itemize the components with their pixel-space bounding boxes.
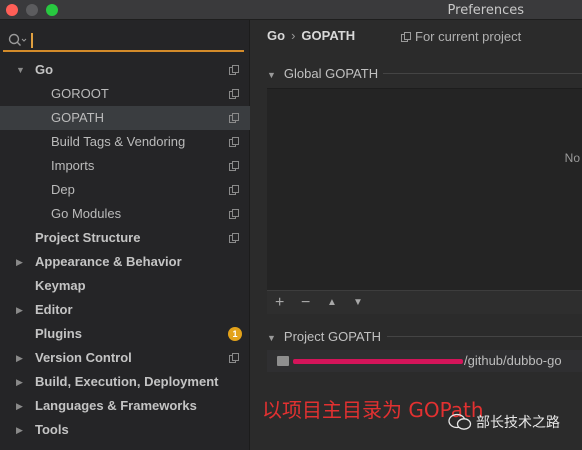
sidebar-item-label: Imports (51, 158, 95, 173)
sidebar-item-label: Go (35, 62, 54, 77)
search-icon (8, 33, 27, 46)
empty-list-text: No (564, 151, 580, 165)
copy-icon (401, 32, 411, 42)
sidebar-item-label: Build Tags & Vendoring (51, 134, 186, 149)
sidebar-item-tools[interactable]: ▶ Tools (0, 418, 250, 442)
move-down-button[interactable]: ▼ (353, 293, 363, 313)
sidebar-item-label: Editor (35, 302, 73, 317)
project-gopath-header[interactable]: ▼ Project GOPATH (267, 329, 381, 344)
sidebar-item-keymap[interactable]: Keymap (0, 274, 250, 298)
section-divider (387, 336, 582, 337)
breadcrumb-separator: › (291, 28, 296, 43)
sidebar-item-go-modules[interactable]: Go Modules (0, 202, 250, 226)
move-up-button[interactable]: ▲ (327, 293, 337, 313)
collapsed-arrow-icon[interactable]: ▶ (16, 418, 23, 442)
project-level-icon (229, 209, 239, 219)
collapse-arrow-icon: ▼ (267, 70, 276, 80)
project-level-icon (229, 113, 239, 123)
project-level-icon (229, 89, 239, 99)
text-cursor (31, 33, 33, 48)
breadcrumb-current: GOPATH (301, 28, 356, 43)
add-path-button[interactable]: + (275, 293, 284, 313)
collapsed-arrow-icon[interactable]: ▶ (16, 370, 23, 394)
remove-path-button[interactable]: − (301, 293, 310, 313)
sidebar-item-build-tags-vendoring[interactable]: Build Tags & Vendoring (0, 130, 250, 154)
sidebar-item-languages-frameworks[interactable]: ▶ Languages & Frameworks (0, 394, 250, 418)
collapsed-arrow-icon[interactable]: ▶ (16, 394, 23, 418)
sidebar-item-go[interactable]: ▼ Go (0, 58, 250, 82)
project-path-text: /github/dubbo-go (464, 353, 562, 368)
sidebar-item-label: Appearance & Behavior (35, 254, 182, 269)
sidebar-item-goroot[interactable]: GOROOT (0, 82, 250, 106)
sidebar-item-label: Dep (51, 182, 75, 197)
project-level-icon (229, 137, 239, 147)
title-bar: Preferences (0, 0, 582, 20)
sidebar-item-label: Tools (35, 422, 69, 437)
project-level-icon (229, 353, 239, 363)
sidebar-item-label: Plugins (35, 326, 82, 341)
sidebar-item-label: GOPATH (51, 110, 104, 125)
sidebar-item-imports[interactable]: Imports (0, 154, 250, 178)
sidebar-item-label: Version Control (35, 350, 132, 365)
wechat-icon (448, 413, 472, 430)
sidebar-item-dep[interactable]: Dep (0, 178, 250, 202)
breadcrumb-parent: Go (267, 28, 286, 43)
settings-search-input[interactable] (3, 30, 244, 52)
project-level-icon (229, 185, 239, 195)
window-title: Preferences (447, 3, 524, 18)
section-divider (383, 73, 582, 74)
redaction-mark (293, 359, 463, 364)
sidebar-item-build-execution-deployment[interactable]: ▶ Build, Execution, Deployment (0, 370, 250, 394)
update-badge: 1 (228, 327, 242, 341)
settings-content: Go › GOPATH For current project ▼ Global GO… (251, 20, 582, 450)
sidebar-item-label: Go Modules (51, 206, 122, 221)
project-gopath-title: Project GOPATH (283, 329, 381, 344)
global-gopath-title: Global GOPATH (283, 66, 379, 81)
sidebar-item-editor[interactable]: ▶ Editor (0, 298, 250, 322)
collapsed-arrow-icon[interactable]: ▶ (16, 250, 23, 274)
sidebar-item-version-control[interactable]: ▶ Version Control (0, 346, 250, 370)
global-gopath-list[interactable]: No (267, 88, 582, 290)
project-level-icon (229, 161, 239, 171)
global-gopath-header[interactable]: ▼ Global GOPATH (267, 66, 378, 81)
scope-label: For current project (415, 29, 522, 44)
watermark-text: 部长技术之路 (476, 414, 560, 430)
global-gopath-toolbar: + − ▲ ▼ (267, 290, 582, 314)
project-level-icon (229, 65, 239, 75)
collapse-arrow-icon: ▼ (267, 333, 276, 343)
sidebar-item-label: GOROOT (51, 86, 109, 101)
watermark: 部长技术之路 (448, 412, 560, 432)
sidebar-item-plugins[interactable]: Plugins 1 (0, 322, 250, 346)
folder-icon (277, 356, 289, 366)
settings-sidebar: ▼ Go GOROOT GOPATH Build Tags & Vendoring Imp… (0, 20, 250, 450)
project-level-icon (229, 233, 239, 243)
sidebar-item-label: Project Structure (35, 230, 141, 245)
breadcrumb: Go › GOPATH (267, 28, 355, 43)
collapsed-arrow-icon[interactable]: ▶ (16, 298, 23, 322)
expanded-arrow-icon[interactable]: ▼ (16, 58, 25, 82)
sidebar-item-gopath[interactable]: GOPATH (0, 106, 250, 130)
sidebar-item-project-structure[interactable]: Project Structure (0, 226, 250, 250)
collapsed-arrow-icon[interactable]: ▶ (16, 346, 23, 370)
sidebar-item-appearance-behavior[interactable]: ▶ Appearance & Behavior (0, 250, 250, 274)
sidebar-item-label: Build, Execution, Deployment (35, 374, 219, 389)
sidebar-item-label: Keymap (35, 278, 86, 293)
project-scope-indicator: For current project (401, 29, 521, 44)
project-gopath-entry[interactable]: /github/dubbo-go (267, 350, 582, 372)
sidebar-item-label: Languages & Frameworks (35, 398, 197, 413)
